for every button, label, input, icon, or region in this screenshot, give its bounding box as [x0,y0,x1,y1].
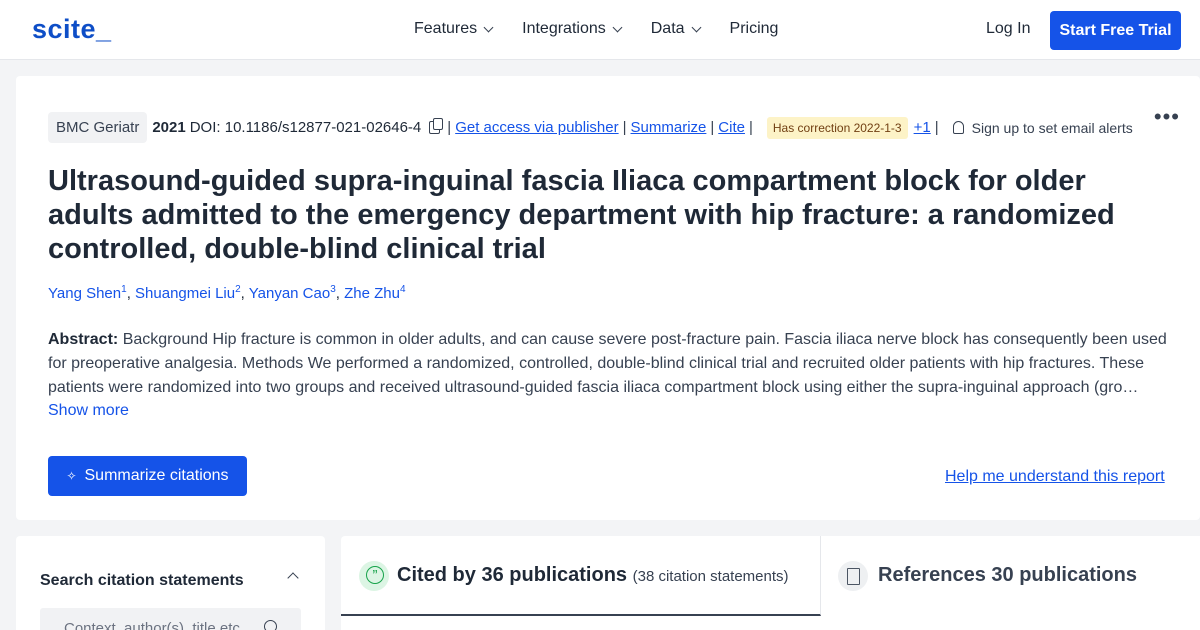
chevron-up-icon[interactable] [287,572,299,584]
abstract-text: Background Hip fracture is common in old… [48,331,1167,396]
nav-menu: Features Integrations Data Pricing [414,20,808,38]
chevron-down-icon [612,22,623,32]
paper-title: Ultrasound-guided supra-inguinal fascia … [48,165,1115,265]
author-name: Shuangmei Liu [135,285,236,302]
show-more-link[interactable]: Show more [48,402,129,420]
document-icon [838,561,868,591]
tab-references-label: References 30 publications [878,564,1137,586]
nav-features-label: Features [414,20,478,37]
copy-icon[interactable] [429,118,444,134]
abstract: Abstract: Background Hip fracture is com… [48,328,1168,400]
summarize-citations-label: Summarize citations [84,467,229,484]
search-citations-panel: Search citation statements [16,536,325,630]
email-alerts-link[interactable]: Sign up to set email alerts [972,120,1133,136]
bell-icon[interactable] [952,121,964,134]
author-link[interactable]: Zhe Zhu4 [344,284,406,302]
author-name: Yanyan Cao [248,285,331,302]
author-list: Yang Shen1, Shuangmei Liu2, Yanyan Cao3,… [48,284,406,302]
separator: | [934,119,939,136]
summarize-link[interactable]: Summarize [631,119,707,136]
scite-logo[interactable]: scite_ [32,14,112,45]
chevron-down-icon [691,22,701,32]
separator: | [748,119,753,136]
nav-features[interactable]: Features [414,20,494,38]
cited-by-count: Cited by 36 publications [397,564,628,586]
nav-data-label: Data [650,20,685,37]
correction-badge[interactable]: Has correction 2022-1-3 [766,116,908,139]
nav-integrations[interactable]: Integrations [522,20,623,38]
chevron-down-icon [483,22,494,32]
affiliation-number: 4 [399,284,406,295]
author-link[interactable]: Yanyan Cao3 [248,284,336,302]
more-options-icon[interactable]: ••• [1154,104,1180,130]
tab-cited-by-label: Cited by 36 publications (38 citation st… [397,564,789,587]
abstract-label: Abstract: [48,331,119,348]
citation-search-input[interactable] [40,608,301,630]
separator: | [447,119,452,136]
nav-pricing-label: Pricing [729,20,779,37]
get-access-link[interactable]: Get access via publisher [455,119,618,136]
citation-statements-count: (38 citation statements) [632,568,789,585]
help-understand-link[interactable]: Help me understand this report [945,468,1165,486]
quote-bubble-icon [359,561,389,591]
summarize-citations-button[interactable]: ✧ Summarize citations [48,456,247,496]
journal-badge[interactable]: BMC Geriatr [48,112,148,143]
tab-cited-by[interactable]: Cited by 36 publications (38 citation st… [341,536,821,616]
separator: | [710,119,715,136]
search-icon[interactable] [264,620,277,630]
nav-integrations-label: Integrations [522,20,606,37]
nav-data[interactable]: Data [650,20,701,38]
publication-year: 2021 [152,119,186,136]
author-separator: , [240,285,249,302]
search-panel-title: Search citation statements [40,572,244,589]
top-nav: scite_ Features Integrations Data Pricin… [0,0,1200,60]
login-link[interactable]: Log In [986,20,1030,38]
author-name: Yang Shen [48,285,122,302]
author-name: Zhe Zhu [344,285,400,302]
paper-meta: BMC Geriatr 2021 DOI: 10.1186/s12877-021… [48,112,1133,143]
separator: | [622,119,627,136]
cite-link[interactable]: Cite [718,119,745,136]
paper-card: BMC Geriatr 2021 DOI: 10.1186/s12877-021… [16,76,1200,520]
author-separator: , [335,285,345,302]
author-separator: , [126,285,136,302]
doi-text: DOI: 10.1186/s12877-021-02646-4 [189,119,422,136]
author-link[interactable]: Shuangmei Liu2 [135,284,241,302]
nav-pricing[interactable]: Pricing [730,20,779,38]
citation-tabs: Cited by 36 publications (38 citation st… [341,536,1200,630]
magic-wand-icon: ✧ [66,469,77,483]
start-trial-button[interactable]: Start Free Trial [1050,11,1181,50]
more-corrections-link[interactable]: +1 [914,119,931,136]
author-link[interactable]: Yang Shen1 [48,284,127,302]
